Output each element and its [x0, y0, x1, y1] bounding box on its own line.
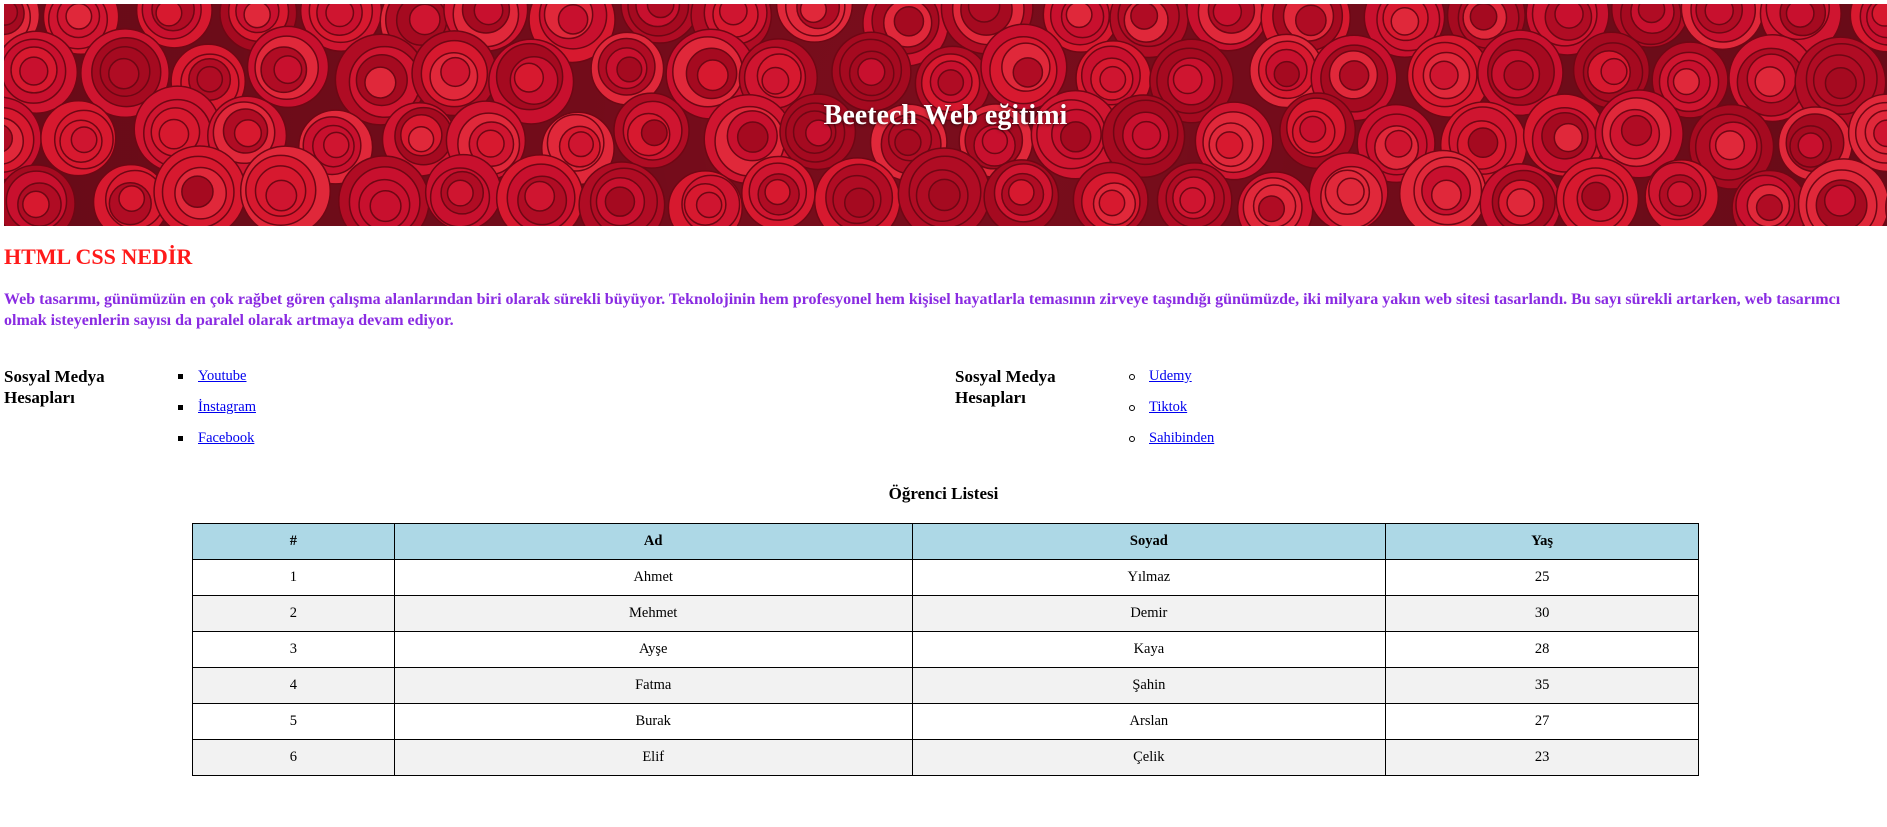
- hero-banner: Beetech Web eğitimi: [4, 4, 1887, 226]
- table-row: 1 Ahmet Yılmaz 25: [192, 559, 1699, 596]
- list-item: Tiktok: [1129, 399, 1214, 430]
- table-cell: 5: [192, 703, 395, 740]
- column-header: Ad: [393, 523, 913, 560]
- table-cell: 28: [1385, 631, 1699, 668]
- circle-bullet-icon: [1129, 436, 1135, 442]
- table-row: 3 Ayşe Kaya 28: [192, 631, 1699, 668]
- list-item: Youtube: [178, 368, 256, 399]
- column-header: Yaş: [1385, 523, 1699, 560]
- link-youtube[interactable]: Youtube: [198, 368, 246, 384]
- table-row: 6 Elif Çelik 23: [192, 739, 1699, 776]
- table-cell: 25: [1385, 559, 1699, 596]
- link-facebook[interactable]: Facebook: [198, 430, 254, 446]
- table-cell: Kaya: [911, 631, 1387, 668]
- table-cell: Yılmaz: [911, 559, 1387, 596]
- square-bullet-icon: [178, 436, 183, 441]
- social-media-label: Sosyal Medya Hesapları: [4, 367, 105, 407]
- column-header: Soyad: [911, 523, 1387, 560]
- table-cell: 4: [192, 667, 395, 704]
- table-cell: 2: [192, 595, 395, 632]
- table-cell: 30: [1385, 595, 1699, 632]
- table-cell: 27: [1385, 703, 1699, 740]
- list-item: Facebook: [178, 430, 256, 461]
- list-item: Udemy: [1129, 368, 1214, 399]
- table-row: 5 Burak Arslan 27: [192, 703, 1699, 740]
- table-cell: 23: [1385, 739, 1699, 776]
- table-cell: Çelik: [911, 739, 1387, 776]
- table-cell: 35: [1385, 667, 1699, 704]
- social-links-list: Youtube İnstagram Facebook: [178, 368, 256, 461]
- intro-paragraph: Web tasarımı, günümüzün en çok rağbet gö…: [4, 291, 1841, 329]
- list-item: Sahibinden: [1129, 430, 1214, 461]
- table-row: 2 Mehmet Demir 30: [192, 595, 1699, 632]
- social-links-list: Udemy Tiktok Sahibinden: [1129, 368, 1214, 461]
- table-row: 4 Fatma Şahin 35: [192, 667, 1699, 704]
- table-cell: 1: [192, 559, 395, 596]
- hero-title: Beetech Web eğitimi: [823, 100, 1068, 131]
- table-cell: Demir: [911, 595, 1387, 632]
- square-bullet-icon: [178, 405, 183, 410]
- circle-bullet-icon: [1129, 374, 1135, 380]
- list-item: İnstagram: [178, 399, 256, 430]
- link-tiktok[interactable]: Tiktok: [1149, 399, 1187, 415]
- table-cell: Fatma: [393, 667, 913, 704]
- table-cell: 6: [192, 739, 395, 776]
- link-sahibinden[interactable]: Sahibinden: [1149, 430, 1214, 446]
- table-cell: Elif: [393, 739, 913, 776]
- table-cell: Burak: [393, 703, 913, 740]
- table-cell: Arslan: [911, 703, 1387, 740]
- section-heading: HTML CSS NEDİR: [4, 244, 193, 269]
- table-cell: Mehmet: [393, 595, 913, 632]
- table-caption: Öğrenci Listesi: [888, 484, 999, 503]
- table-cell: 3: [192, 631, 395, 668]
- social-media-label: Sosyal Medya Hesapları: [955, 367, 1056, 407]
- link-udemy[interactable]: Udemy: [1149, 368, 1192, 384]
- table-cell: Ahmet: [393, 559, 913, 596]
- table-header-row: # Ad Soyad Yaş: [192, 523, 1699, 560]
- circle-bullet-icon: [1129, 405, 1135, 411]
- column-header: #: [192, 523, 395, 560]
- student-table: # Ad Soyad Yaş 1 Ahmet Yılmaz 25 2 Mehme…: [192, 523, 1699, 776]
- square-bullet-icon: [178, 374, 183, 379]
- table-cell: Ayşe: [393, 631, 913, 668]
- table-cell: Şahin: [911, 667, 1387, 704]
- link-instagram[interactable]: İnstagram: [198, 399, 256, 415]
